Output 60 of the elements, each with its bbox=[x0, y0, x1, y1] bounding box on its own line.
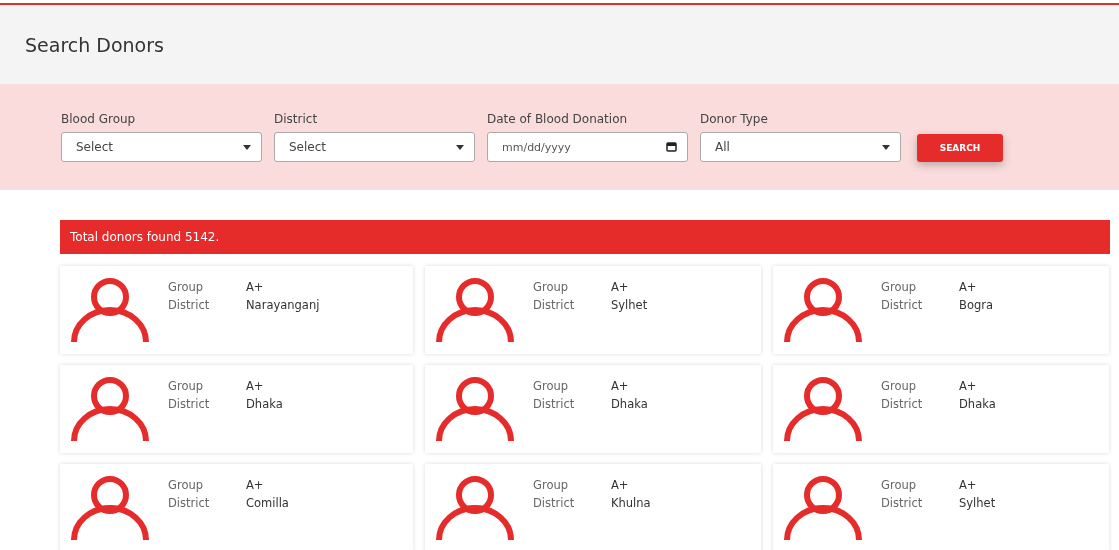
district-label: District bbox=[533, 298, 576, 312]
group-value: A+ bbox=[959, 478, 978, 492]
person-icon bbox=[70, 276, 150, 344]
district-label: District bbox=[168, 397, 211, 411]
page-title: Search Donors bbox=[25, 33, 164, 56]
district-label: District bbox=[168, 496, 211, 510]
group-label: Group bbox=[168, 280, 204, 294]
person-icon bbox=[435, 375, 515, 443]
district-label: District bbox=[881, 298, 924, 312]
group-value: A+ bbox=[611, 280, 630, 294]
district-value: Khulna bbox=[611, 496, 651, 510]
group-label: Group bbox=[533, 280, 569, 294]
district-value: Sylhet bbox=[611, 298, 648, 312]
district-label: District bbox=[881, 496, 924, 510]
person-icon bbox=[70, 375, 150, 443]
caret-icon bbox=[243, 144, 251, 150]
select-field[interactable]: Select bbox=[61, 132, 262, 162]
group-label: Group bbox=[881, 379, 917, 393]
group-label: Group bbox=[533, 379, 569, 393]
district-label: District bbox=[881, 397, 924, 411]
date-field[interactable]: mm/dd/yyyy bbox=[487, 132, 688, 162]
person-icon bbox=[783, 474, 863, 542]
group-value: A+ bbox=[959, 379, 978, 393]
field-label: Donor Type bbox=[700, 112, 769, 126]
person-icon bbox=[783, 375, 863, 443]
group-value: A+ bbox=[611, 379, 630, 393]
select-field[interactable]: All bbox=[700, 132, 901, 162]
group-label: Group bbox=[168, 379, 204, 393]
select-field[interactable]: Select bbox=[274, 132, 475, 162]
district-label: District bbox=[533, 397, 576, 411]
person-icon bbox=[783, 276, 863, 344]
caret-icon bbox=[456, 144, 464, 150]
district-value: Sylhet bbox=[959, 496, 996, 510]
group-value: A+ bbox=[959, 280, 978, 294]
group-label: Group bbox=[881, 478, 917, 492]
field-label: District bbox=[274, 112, 319, 126]
district-value: Dhaka bbox=[611, 397, 648, 411]
search-button[interactable]: SEARCH bbox=[917, 134, 1003, 162]
group-value: A+ bbox=[246, 379, 265, 393]
group-value: A+ bbox=[611, 478, 630, 492]
group-value: A+ bbox=[246, 280, 265, 294]
district-label: District bbox=[168, 298, 211, 312]
field-label: Date of Blood Donation bbox=[487, 112, 629, 126]
person-icon bbox=[70, 474, 150, 542]
district-value: Comilla bbox=[246, 496, 289, 510]
district-value: Bogra bbox=[959, 298, 993, 312]
person-icon bbox=[435, 276, 515, 344]
caret-icon bbox=[882, 144, 890, 150]
group-label: Group bbox=[881, 280, 917, 294]
person-icon bbox=[435, 474, 515, 542]
group-label: Group bbox=[533, 478, 569, 492]
district-value: Narayanganj bbox=[246, 298, 320, 312]
field-label: Blood Group bbox=[61, 112, 137, 126]
group-label: Group bbox=[168, 478, 204, 492]
results-banner: Total donors found 5142. bbox=[60, 220, 1110, 254]
district-value: Dhaka bbox=[246, 397, 283, 411]
calendar-icon bbox=[666, 142, 677, 152]
district-value: Dhaka bbox=[959, 397, 996, 411]
district-label: District bbox=[533, 496, 576, 510]
group-value: A+ bbox=[246, 478, 265, 492]
